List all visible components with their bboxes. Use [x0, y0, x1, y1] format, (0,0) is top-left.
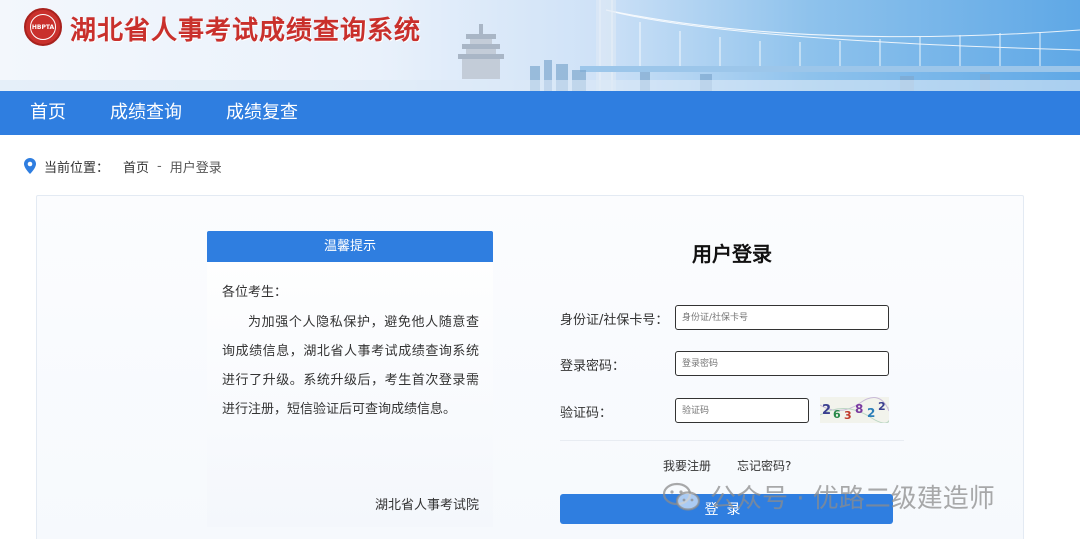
location-pin-icon [24, 158, 36, 174]
wechat-icon [662, 482, 701, 511]
forgot-password-link[interactable]: 忘记密码? [737, 457, 791, 474]
password-input[interactable] [675, 351, 889, 376]
captcha-char: 2 [822, 403, 831, 418]
notice-body: 各位考生： 为加强个人隐私保护，避免他人随意查询成绩信息，湖北省人事考试成绩查询… [207, 262, 493, 424]
captcha-char: 2 [867, 406, 875, 420]
nav-item-score-query[interactable]: 成绩查询 [110, 91, 182, 135]
site-title: 湖北省人事考试成绩查询系统 [70, 16, 422, 46]
captcha-label: 验证码： [560, 406, 613, 421]
nav-item-score-review[interactable]: 成绩复查 [226, 91, 298, 135]
captcha-char: 6 [833, 408, 841, 421]
logo-text: HBPTA [30, 14, 56, 40]
password-label: 登录密码： [560, 359, 626, 374]
register-link[interactable]: 我要注册 [663, 457, 711, 474]
captcha-graphic: 2 6 3 8 2 2 [820, 397, 889, 423]
notice-box: 温馨提示 各位考生： 为加强个人隐私保护，避免他人随意查询成绩信息，湖北省人事考… [207, 231, 493, 527]
captcha-char: 2 [878, 400, 886, 413]
captcha-char: 8 [855, 402, 863, 416]
main-nav: 首页 成绩查询 成绩复查 [0, 91, 1080, 135]
watermark-text: 公众号 · 优路二级建造师 [710, 484, 995, 514]
breadcrumb-home-link[interactable]: 首页 [123, 157, 149, 176]
breadcrumb: 当前位置： 首页 - 用户登录 [24, 157, 222, 176]
id-number-input[interactable] [675, 305, 889, 330]
header-banner: HBPTA 湖北省人事考试成绩查询系统 [0, 0, 1080, 91]
notice-text: 为加强个人隐私保护，避免他人随意查询成绩信息，湖北省人事考试成绩查询系统进行了升… [222, 315, 479, 417]
notice-title: 温馨提示 [207, 231, 493, 262]
notice-greeting: 各位考生： [222, 285, 288, 300]
nav-item-home[interactable]: 首页 [30, 91, 66, 135]
captcha-image[interactable]: 2 6 3 8 2 2 [820, 397, 889, 423]
breadcrumb-separator: - [157, 158, 162, 174]
logo-emblem: HBPTA [24, 8, 62, 46]
login-title: 用户登录 [692, 242, 772, 266]
form-divider [560, 440, 904, 441]
notice-signature: 湖北省人事考试院 [374, 498, 479, 513]
breadcrumb-prefix: 当前位置： [44, 160, 110, 176]
id-label: 身份证/社保卡号： [560, 313, 669, 328]
captcha-char: 3 [844, 409, 852, 422]
captcha-input[interactable] [675, 398, 809, 423]
breadcrumb-current: 用户登录 [169, 160, 222, 176]
watermark: 公众号 · 优路二级建造师 [662, 478, 995, 515]
